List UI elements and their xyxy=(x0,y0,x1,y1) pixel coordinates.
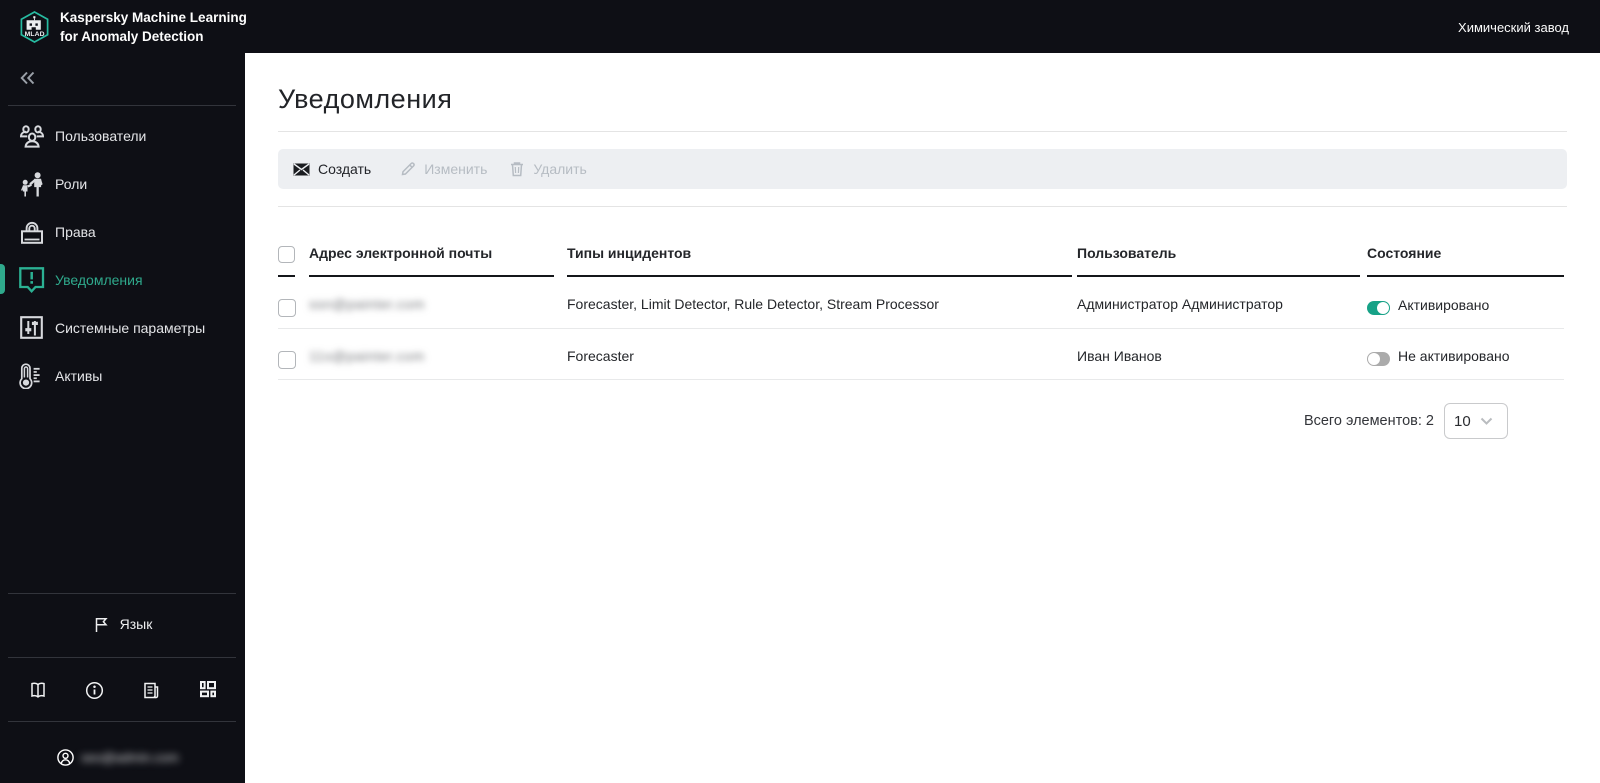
svg-text:MLAD: MLAD xyxy=(25,31,45,38)
